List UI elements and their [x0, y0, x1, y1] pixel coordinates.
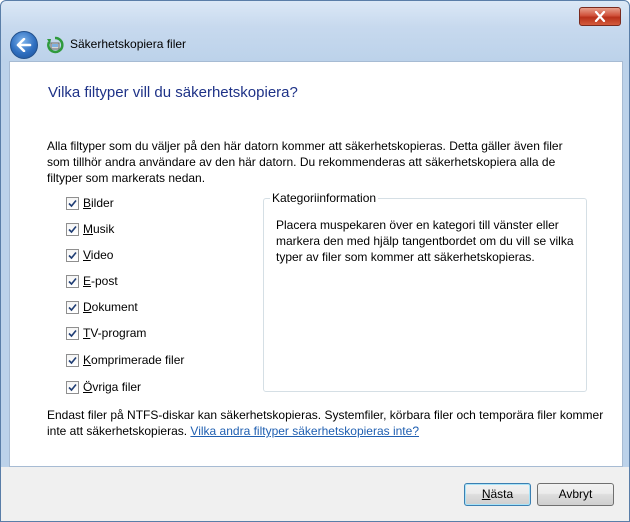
label-text: okument — [91, 300, 138, 314]
checkmark-icon — [68, 383, 77, 391]
checkbox-label[interactable]: Komprimerade filer — [83, 353, 184, 367]
checkbox[interactable] — [66, 300, 79, 314]
label-text: ilder — [91, 196, 114, 210]
category-checkbox-row[interactable]: Bilder — [66, 195, 114, 211]
access-key: B — [83, 196, 92, 210]
footnote: Endast filer på NTFS-diskar kan säkerhet… — [47, 407, 607, 439]
title-bar — [1, 1, 629, 29]
checkmark-icon — [68, 225, 77, 233]
backup-window: Säkerhetskopiera filer Vilka filtyper vi… — [0, 0, 630, 522]
intro-text: Alla filtyper som du väljer på den här d… — [47, 139, 563, 185]
cancel-button[interactable]: Avbryt — [537, 483, 614, 506]
category-checkbox-row[interactable]: Övriga filer — [66, 379, 141, 395]
checkbox-label[interactable]: Bilder — [83, 196, 114, 210]
access-key: Ö — [83, 380, 93, 394]
category-checkbox-row[interactable]: Video — [66, 247, 113, 263]
button-bar: Nästa Avbryt — [1, 467, 629, 521]
close-button[interactable] — [579, 7, 621, 26]
excluded-types-link[interactable]: Vilka andra filtyper säkerhetskopieras i… — [190, 424, 419, 438]
checkbox[interactable] — [66, 222, 79, 236]
checkbox-label[interactable]: Dokument — [83, 300, 138, 314]
checkbox[interactable] — [66, 326, 79, 340]
checkmark-icon — [68, 199, 77, 207]
checkmark-icon — [68, 277, 77, 285]
next-label: ästa — [490, 487, 514, 501]
checkbox-label[interactable]: E-post — [83, 274, 118, 288]
label-text: vriga filer — [92, 380, 142, 394]
back-arrow-icon — [16, 38, 32, 52]
close-icon — [594, 11, 606, 22]
access-key: K — [83, 353, 92, 367]
category-checkbox-row[interactable]: Musik — [66, 221, 114, 237]
label-text: V-program — [90, 326, 147, 340]
checkbox-label[interactable]: Övriga filer — [83, 380, 141, 394]
checkmark-icon — [68, 251, 77, 259]
checkbox-label[interactable]: Video — [83, 248, 113, 262]
category-info-text: Placera muspekaren över en kategori till… — [276, 218, 574, 264]
checkmark-icon — [68, 356, 77, 364]
category-checkbox-row[interactable]: TV-program — [66, 325, 146, 341]
checkbox-label[interactable]: Musik — [83, 222, 114, 236]
next-button[interactable]: Nästa — [464, 483, 531, 506]
category-info-legend: Kategoriinformation — [270, 191, 379, 205]
access-key: V — [83, 248, 91, 262]
checkbox[interactable] — [66, 274, 79, 288]
navigation-bar: Säkerhetskopiera filer — [1, 29, 629, 61]
page-heading: Vilka filtyper vill du säkerhetskopiera? — [48, 84, 298, 101]
checkbox[interactable] — [66, 196, 79, 210]
category-checkbox-row[interactable]: Komprimerade filer — [66, 352, 184, 368]
category-checkbox-row[interactable]: E-post — [66, 273, 118, 289]
access-key: M — [83, 222, 93, 236]
checkmark-icon — [68, 329, 77, 337]
access-key: E — [83, 274, 92, 288]
checkbox[interactable] — [66, 353, 79, 367]
checkbox[interactable] — [66, 248, 79, 262]
label-text: omprimerade filer — [91, 353, 185, 367]
checkbox[interactable] — [66, 380, 79, 394]
checkbox-label[interactable]: TV-program — [83, 326, 146, 340]
backup-icon — [47, 36, 64, 54]
category-info-group: Kategoriinformation Placera muspekaren ö… — [263, 191, 587, 392]
checkmark-icon — [68, 303, 77, 311]
wizard-content: Vilka filtyper vill du säkerhetskopiera?… — [9, 61, 623, 467]
label-text: usik — [93, 222, 115, 236]
label-text: -post — [91, 274, 118, 288]
back-button[interactable] — [10, 31, 38, 59]
window-title: Säkerhetskopiera filer — [70, 37, 187, 51]
category-checkbox-row[interactable]: Dokument — [66, 299, 138, 315]
access-key: D — [83, 300, 92, 314]
label-text: ideo — [90, 248, 114, 262]
